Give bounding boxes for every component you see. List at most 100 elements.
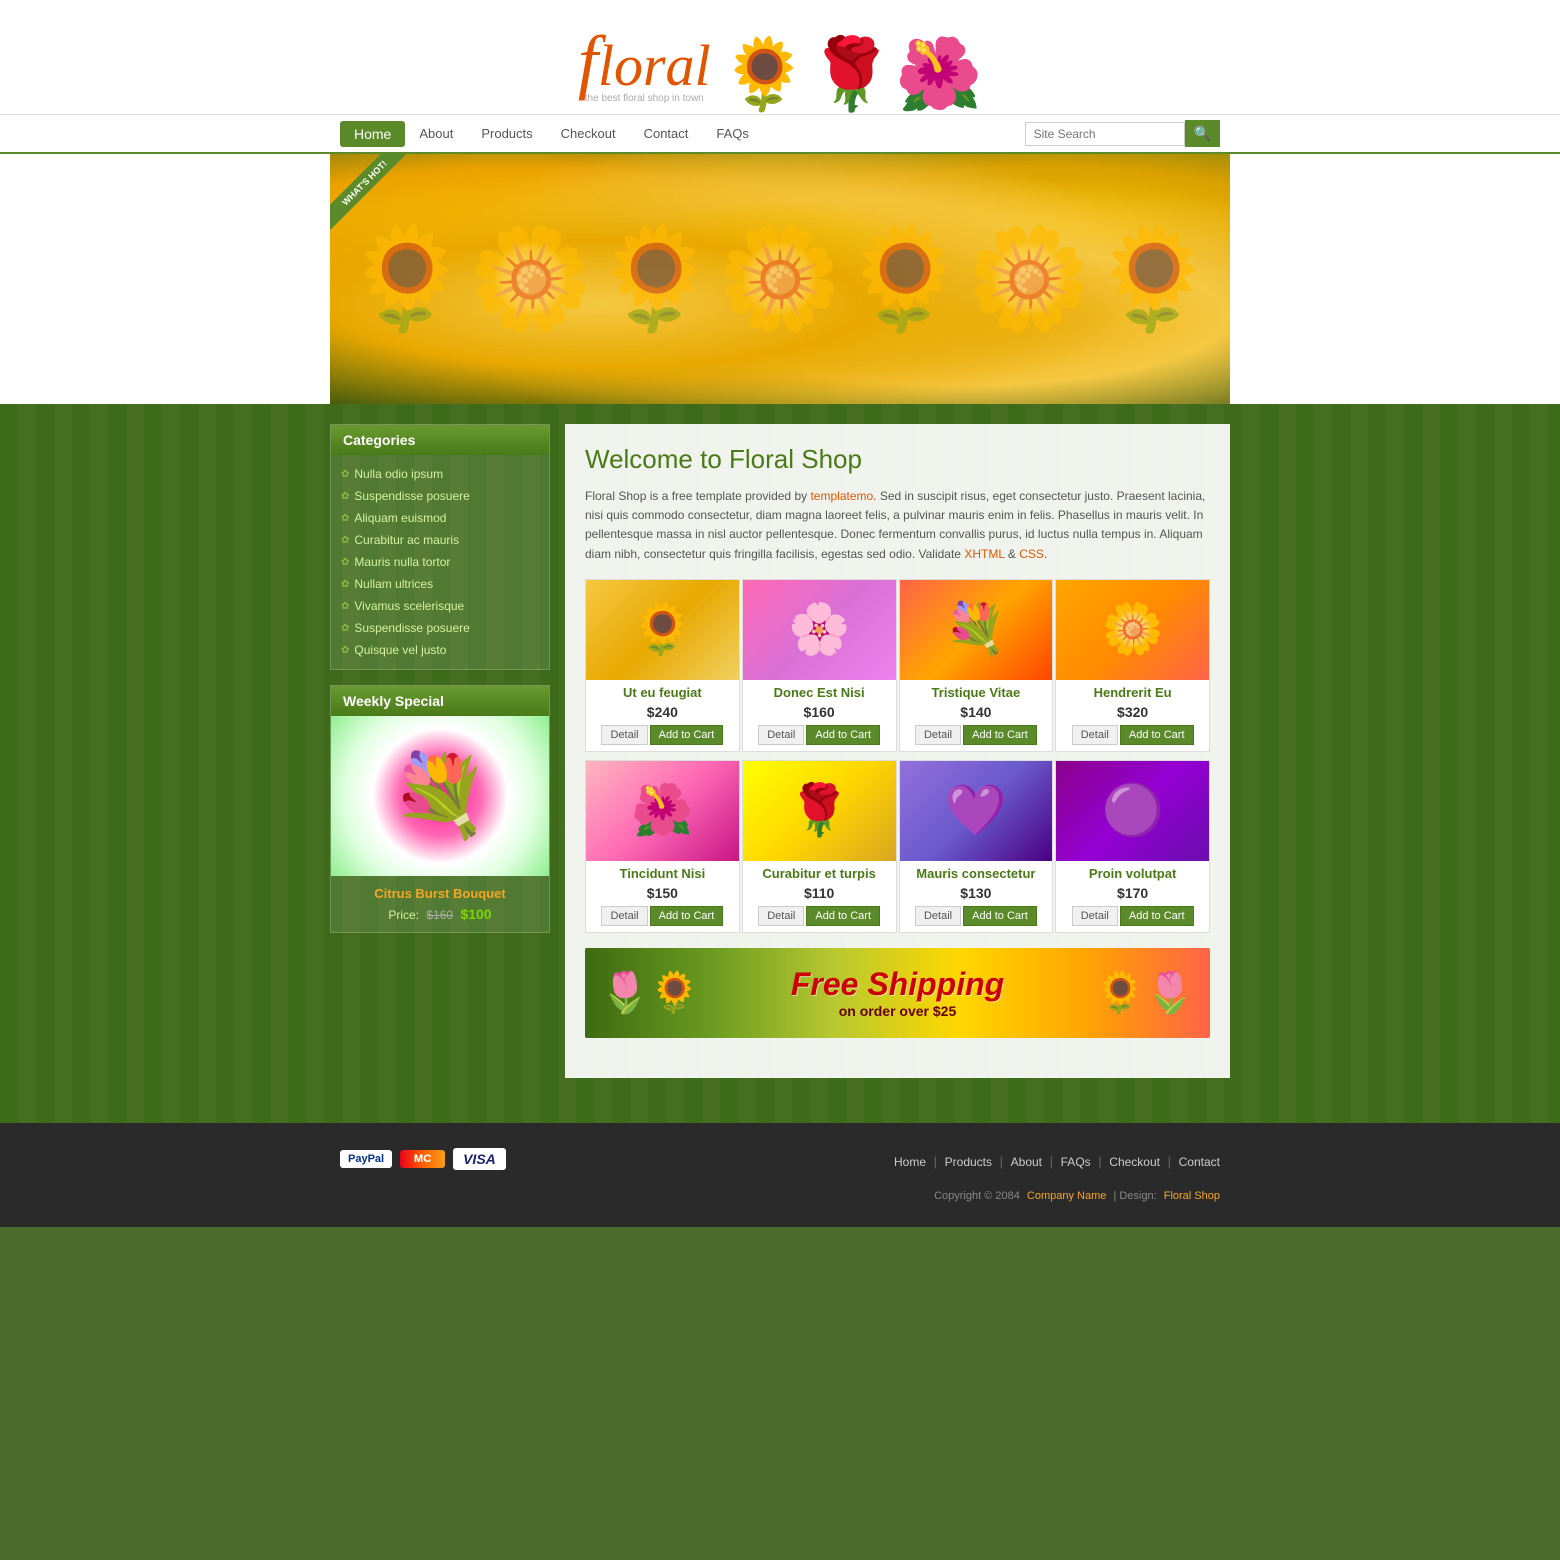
footer-separator-5: | <box>1164 1154 1175 1169</box>
product-price-3: $140 <box>900 702 1053 725</box>
cart-button-1[interactable]: Add to Cart <box>650 725 724 745</box>
nav-contact[interactable]: Contact <box>630 121 703 146</box>
cart-button-3[interactable]: Add to Cart <box>963 725 1037 745</box>
link-templatemo[interactable]: templatemo <box>810 489 873 503</box>
detail-button-3[interactable]: Detail <box>915 725 961 745</box>
cart-button-4[interactable]: Add to Cart <box>1120 725 1194 745</box>
footer-separator-4: | <box>1094 1154 1105 1169</box>
product-image-1: 🌻 <box>586 580 739 680</box>
search-area: 🔍 <box>1025 120 1220 147</box>
product-actions-2: Detail Add to Cart <box>743 725 896 751</box>
category-item-8[interactable]: Suspendisse posuere <box>341 617 539 639</box>
product-name-4: Hendrerit Eu <box>1056 680 1209 702</box>
detail-button-1[interactable]: Detail <box>601 725 647 745</box>
detail-button-7[interactable]: Detail <box>915 906 961 926</box>
product-image-8: 🟣 <box>1056 761 1209 861</box>
hero-image: 🌻🌼🌻🌼🌻🌼🌻 <box>330 154 1230 404</box>
product-image-6: 🌹 <box>743 761 896 861</box>
nav-inner: Home About Products Checkout Contact FAQ… <box>330 115 1230 152</box>
shipping-text-wrap: Free Shipping on order over $25 <box>791 966 1004 1019</box>
shipping-sub-text: on order over $25 <box>791 1003 1004 1019</box>
footer-design-link[interactable]: Floral Shop <box>1164 1190 1220 1202</box>
category-item-2[interactable]: Suspendisse posuere <box>341 485 539 507</box>
search-button[interactable]: 🔍 <box>1185 120 1220 147</box>
nav-faqs[interactable]: FAQs <box>702 121 763 146</box>
footer-link-about[interactable]: About <box>1011 1155 1042 1169</box>
detail-button-6[interactable]: Detail <box>758 906 804 926</box>
welcome-box: Welcome to Floral Shop Floral Shop is a … <box>565 424 1230 1078</box>
detail-button-2[interactable]: Detail <box>758 725 804 745</box>
nav-home[interactable]: Home <box>340 121 405 147</box>
detail-button-8[interactable]: Detail <box>1072 906 1118 926</box>
category-item-7[interactable]: Vivamus scelerisque <box>341 595 539 617</box>
product-actions-6: Detail Add to Cart <box>743 906 896 932</box>
product-name-1: Ut eu feugiat <box>586 680 739 702</box>
footer-separator-1: | <box>930 1154 941 1169</box>
cart-button-2[interactable]: Add to Cart <box>806 725 880 745</box>
footer-link-home[interactable]: Home <box>894 1155 926 1169</box>
category-item-9[interactable]: Quisque vel justo <box>341 639 539 661</box>
footer-link-faqs[interactable]: FAQs <box>1061 1155 1091 1169</box>
link-css[interactable]: CSS <box>1019 547 1044 561</box>
product-card-7: 💜 Mauris consectetur $130 Detail Add to … <box>899 760 1054 933</box>
shipping-flower-right: 🌻🌷 <box>1095 969 1195 1016</box>
weekly-special-title: Weekly Special <box>331 686 549 716</box>
categories-box: Categories Nulla odio ipsum Suspendisse … <box>330 424 550 670</box>
category-item-5[interactable]: Mauris nulla tortor <box>341 551 539 573</box>
footer-company-link[interactable]: Company Name <box>1027 1190 1106 1202</box>
header: floral the best floral shop in town 🌻🌹🌺 … <box>0 0 1560 154</box>
footer-copyright: Copyright © 2084 Company Name | Design: … <box>330 1190 1230 1212</box>
cart-button-5[interactable]: Add to Cart <box>650 906 724 926</box>
weekly-special-content: Citrus Burst Bouquet Price: $160 $100 <box>331 876 549 932</box>
footer-link-products[interactable]: Products <box>945 1155 992 1169</box>
weekly-special-image: 💐 <box>331 716 549 876</box>
product-card-8: 🟣 Proin volutpat $170 Detail Add to Cart <box>1055 760 1210 933</box>
copyright-text: Copyright © 2084 <box>934 1190 1020 1202</box>
cart-button-8[interactable]: Add to Cart <box>1120 906 1194 926</box>
nav-checkout[interactable]: Checkout <box>547 121 630 146</box>
cart-button-6[interactable]: Add to Cart <box>806 906 880 926</box>
detail-button-5[interactable]: Detail <box>601 906 647 926</box>
footer-top-row: PayPal MC VISA Home | Products | About |… <box>330 1138 1230 1190</box>
product-price-6: $110 <box>743 883 896 906</box>
detail-button-4[interactable]: Detail <box>1072 725 1118 745</box>
product-price-5: $150 <box>586 883 739 906</box>
footer-link-contact[interactable]: Contact <box>1179 1155 1220 1169</box>
nav-about[interactable]: About <box>405 121 467 146</box>
nav-bar: Home About Products Checkout Contact FAQ… <box>0 114 1560 154</box>
product-name-6: Curabitur et turpis <box>743 861 896 883</box>
welcome-text: Floral Shop is a free template provided … <box>585 487 1210 564</box>
product-price-7: $130 <box>900 883 1053 906</box>
category-item-4[interactable]: Curabitur ac mauris <box>341 529 539 551</box>
weekly-special-price: Price: $160 $100 <box>341 906 539 922</box>
product-image-5: 🌺 <box>586 761 739 861</box>
shipping-banner: 🌷🌻 🌻🌷 Free Shipping on order over $25 <box>585 948 1210 1038</box>
product-price-4: $320 <box>1056 702 1209 725</box>
footer-link-checkout[interactable]: Checkout <box>1109 1155 1160 1169</box>
categories-list: Nulla odio ipsum Suspendisse posuere Ali… <box>331 455 549 669</box>
product-card-1: 🌻 Ut eu feugiat $240 Detail Add to Cart <box>585 579 740 752</box>
cart-button-7[interactable]: Add to Cart <box>963 906 1037 926</box>
link-xhtml[interactable]: XHTML <box>964 547 1004 561</box>
product-card-3: 💐 Tristique Vitae $140 Detail Add to Car… <box>899 579 1054 752</box>
content-area: Welcome to Floral Shop Floral Shop is a … <box>565 424 1230 1093</box>
product-name-5: Tincidunt Nisi <box>586 861 739 883</box>
sidebar: Categories Nulla odio ipsum Suspendisse … <box>330 424 550 1093</box>
nav-products[interactable]: Products <box>467 121 546 146</box>
category-item-1[interactable]: Nulla odio ipsum <box>341 463 539 485</box>
price-label: Price: <box>388 908 419 922</box>
product-actions-4: Detail Add to Cart <box>1056 725 1209 751</box>
product-image-2: 🌸 <box>743 580 896 680</box>
product-name-8: Proin volutpat <box>1056 861 1209 883</box>
category-item-3[interactable]: Aliquam euismod <box>341 507 539 529</box>
product-card-2: 🌸 Donec Est Nisi $160 Detail Add to Cart <box>742 579 897 752</box>
price-old: $160 <box>426 908 453 922</box>
paypal-badge: PayPal <box>340 1150 392 1168</box>
weekly-special-name[interactable]: Citrus Burst Bouquet <box>341 886 539 901</box>
product-actions-3: Detail Add to Cart <box>900 725 1053 751</box>
search-input[interactable] <box>1025 122 1185 146</box>
category-item-6[interactable]: Nullam ultrices <box>341 573 539 595</box>
whats-hot-badge: WHAT'S HOT! <box>330 154 420 244</box>
main-background: Categories Nulla odio ipsum Suspendisse … <box>0 404 1560 1123</box>
weekly-special-box: Weekly Special 💐 Citrus Burst Bouquet Pr… <box>330 685 550 933</box>
